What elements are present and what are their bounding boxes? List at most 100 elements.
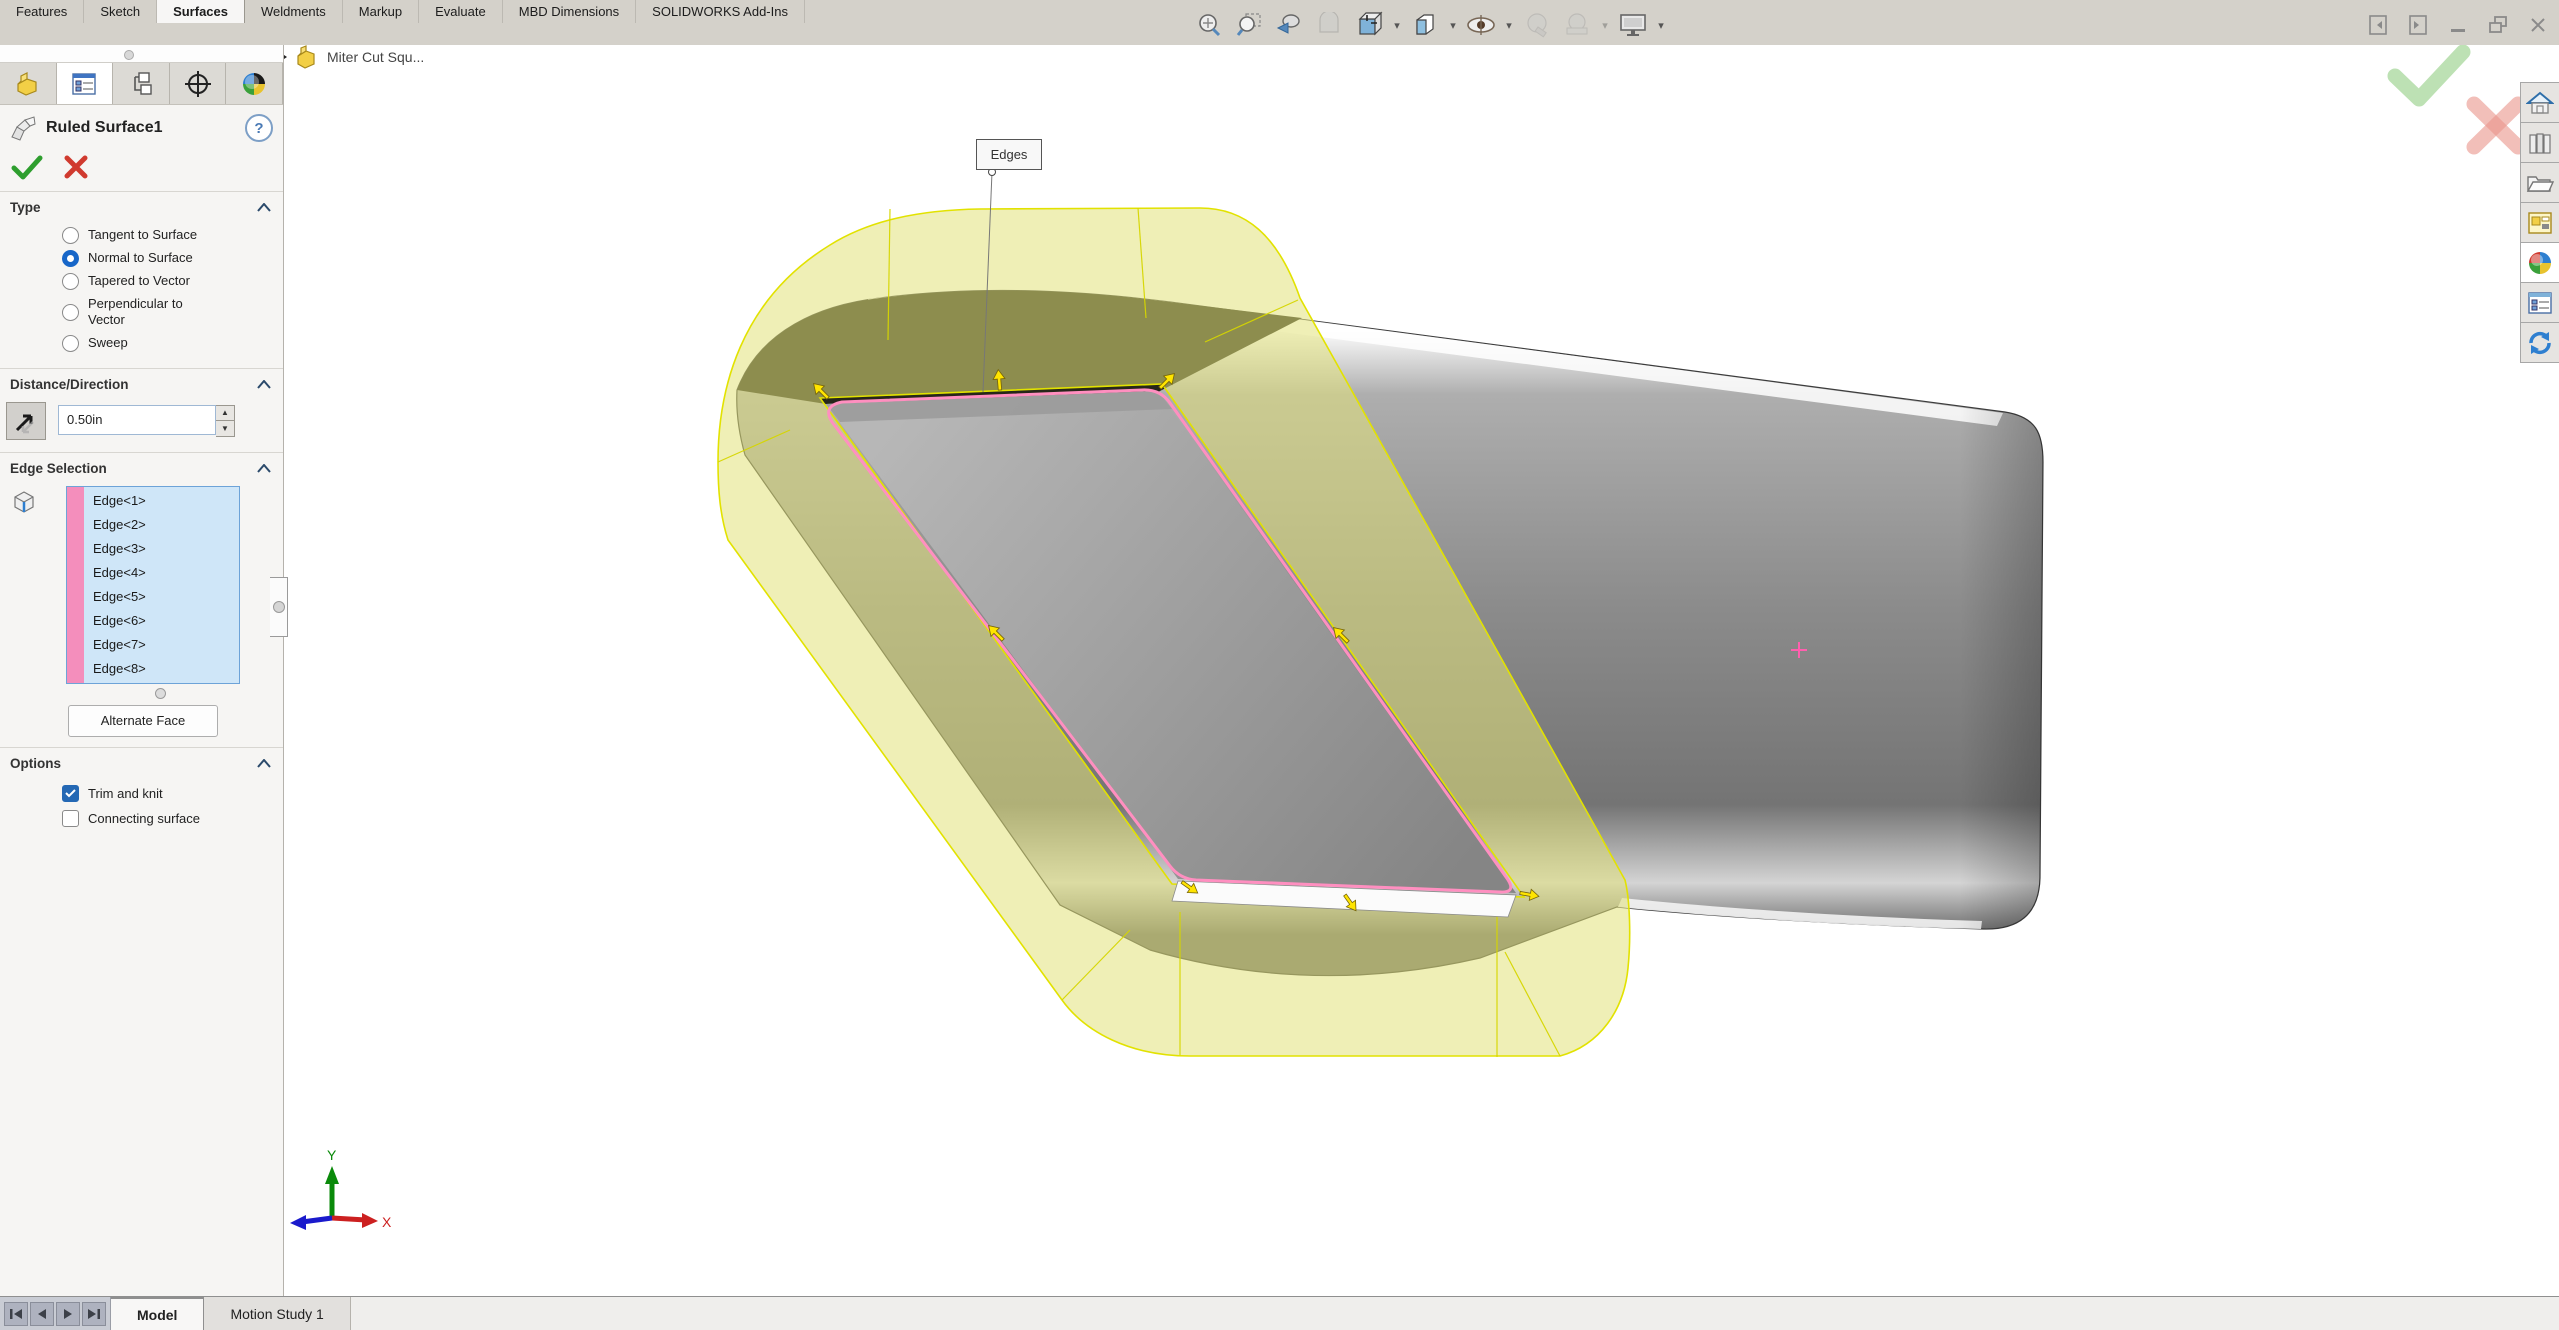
zoom-to-area-icon[interactable] bbox=[1232, 8, 1266, 42]
home-icon[interactable] bbox=[2520, 82, 2559, 123]
tab-solidworks-addins[interactable]: SOLIDWORKS Add-Ins bbox=[636, 0, 805, 23]
radio-label[interactable]: Tapered to Vector bbox=[88, 273, 190, 289]
file-explorer-icon[interactable] bbox=[2520, 163, 2559, 203]
zoom-to-fit-icon[interactable] bbox=[1192, 8, 1226, 42]
edge-list-item[interactable]: Edge<4> bbox=[84, 561, 239, 585]
tab-features[interactable]: Features bbox=[0, 0, 84, 23]
section-view-icon bbox=[1312, 8, 1346, 42]
edge-list-item[interactable]: Edge<6> bbox=[84, 609, 239, 633]
tab-evaluate[interactable]: Evaluate bbox=[419, 0, 503, 23]
tab-model[interactable]: Model bbox=[111, 1297, 204, 1330]
checkbox-label[interactable]: Trim and knit bbox=[88, 786, 163, 801]
distance-spinner[interactable]: ▲▼ bbox=[216, 405, 235, 437]
alternate-face-button[interactable]: Alternate Face bbox=[68, 705, 218, 737]
radio-perpendicular-to-vector[interactable] bbox=[62, 304, 79, 321]
selection-color-strip bbox=[67, 487, 84, 683]
edit-appearance-icon bbox=[1520, 8, 1554, 42]
part-icon bbox=[294, 44, 320, 70]
first-tab-button[interactable] bbox=[4, 1302, 28, 1326]
type-section: Type Tangent to Surface Normal to Surfac… bbox=[0, 192, 283, 369]
appearances-icon[interactable] bbox=[2520, 243, 2559, 283]
tab-display-manager[interactable] bbox=[226, 63, 283, 104]
tab-configuration-manager[interactable] bbox=[113, 63, 170, 104]
edge-list-item[interactable]: Edge<2> bbox=[84, 513, 239, 537]
display-style-dropdown[interactable]: ▾ bbox=[1448, 19, 1458, 32]
view-settings-icon[interactable] bbox=[1616, 8, 1650, 42]
list-resize-handle[interactable] bbox=[155, 688, 166, 699]
edge-list-item[interactable]: Edge<5> bbox=[84, 585, 239, 609]
checkbox-connecting-surface[interactable] bbox=[62, 810, 79, 827]
distance-input[interactable] bbox=[58, 405, 216, 435]
ruled-surface-icon bbox=[8, 113, 38, 143]
edge-list-item[interactable]: Edge<7> bbox=[84, 633, 239, 657]
confirm-cancel-button[interactable] bbox=[2474, 104, 2518, 147]
breadcrumb-label[interactable]: Miter Cut Squ... bbox=[327, 49, 424, 65]
panel-title: Ruled Surface1 bbox=[46, 119, 237, 137]
radio-sweep[interactable] bbox=[62, 335, 79, 352]
collapse-chevron-icon[interactable] bbox=[257, 203, 271, 212]
tab-mbd-dimensions[interactable]: MBD Dimensions bbox=[503, 0, 636, 23]
view-palette-icon[interactable] bbox=[2520, 203, 2559, 243]
reverse-direction-button[interactable] bbox=[6, 402, 46, 440]
edge-list-item[interactable]: Edge<3> bbox=[84, 537, 239, 561]
radio-label[interactable]: Tangent to Surface bbox=[88, 227, 197, 243]
previous-view-icon[interactable] bbox=[1272, 8, 1306, 42]
custom-properties-icon[interactable] bbox=[2520, 283, 2559, 323]
radio-tapered-to-vector[interactable] bbox=[62, 273, 79, 290]
solidworks-resources-icon[interactable] bbox=[2520, 323, 2559, 363]
restore-button[interactable] bbox=[2485, 12, 2511, 38]
edges-callout[interactable]: Edges bbox=[976, 139, 1042, 170]
edge-list-item[interactable]: Edge<8> bbox=[84, 657, 239, 681]
design-library-icon[interactable] bbox=[2520, 123, 2559, 163]
view-orientation-icon[interactable] bbox=[1352, 8, 1386, 42]
confirm-ok-button[interactable] bbox=[2395, 52, 2463, 99]
tab-surfaces[interactable]: Surfaces bbox=[157, 0, 245, 23]
radio-label[interactable]: Perpendicular to Vector bbox=[88, 296, 213, 329]
edge-list-item[interactable]: Edge<1> bbox=[84, 489, 239, 513]
distance-section-header[interactable]: Distance/Direction bbox=[10, 377, 257, 392]
minimize-button[interactable] bbox=[2445, 12, 2471, 38]
collapse-chevron-icon[interactable] bbox=[257, 464, 271, 473]
collapse-pane-right-icon[interactable] bbox=[2405, 12, 2431, 38]
heads-up-toolbar: ▾ ▾ ▾ ▾ ▾ bbox=[0, 23, 2559, 45]
previous-tab-button[interactable] bbox=[30, 1302, 54, 1326]
radio-normal-to-surface[interactable] bbox=[62, 250, 79, 267]
last-tab-button[interactable] bbox=[82, 1302, 106, 1326]
checkbox-trim-and-knit[interactable] bbox=[62, 785, 79, 802]
hide-show-items-dropdown[interactable]: ▾ bbox=[1504, 19, 1514, 32]
tab-weldments[interactable]: Weldments bbox=[245, 0, 343, 23]
display-style-icon[interactable] bbox=[1408, 8, 1442, 42]
options-section-header[interactable]: Options bbox=[10, 756, 257, 771]
type-section-header[interactable]: Type bbox=[10, 200, 257, 215]
radio-label[interactable]: Sweep bbox=[88, 335, 128, 351]
tab-property-manager[interactable] bbox=[57, 63, 114, 104]
apply-scene-icon bbox=[1560, 8, 1594, 42]
triad-y-label: Y bbox=[327, 1147, 337, 1163]
hide-show-items-icon[interactable] bbox=[1464, 8, 1498, 42]
close-button[interactable] bbox=[2525, 12, 2551, 38]
collapse-chevron-icon[interactable] bbox=[257, 759, 271, 768]
help-button[interactable]: ? bbox=[245, 114, 273, 142]
view-orientation-dropdown[interactable]: ▾ bbox=[1392, 19, 1402, 32]
tab-markup[interactable]: Markup bbox=[343, 0, 419, 23]
collapse-chevron-icon[interactable] bbox=[257, 380, 271, 389]
ok-button[interactable] bbox=[10, 153, 44, 181]
apply-scene-dropdown: ▾ bbox=[1600, 19, 1610, 32]
options-section: Options Trim and knit Connecting surface bbox=[0, 748, 283, 845]
edge-selection-list[interactable]: Edge<1> Edge<2> Edge<3> Edge<4> Edge<5> … bbox=[66, 486, 240, 684]
collapse-pane-left-icon[interactable] bbox=[2365, 12, 2391, 38]
panel-splitter-handle[interactable] bbox=[270, 577, 288, 637]
viewport-3d-scene[interactable]: Y X Z bbox=[0, 0, 2559, 1330]
edge-selection-header[interactable]: Edge Selection bbox=[10, 461, 257, 476]
panel-grip-handle[interactable] bbox=[124, 50, 134, 60]
next-tab-button[interactable] bbox=[56, 1302, 80, 1326]
tab-sketch[interactable]: Sketch bbox=[84, 0, 157, 23]
radio-tangent-to-surface[interactable] bbox=[62, 227, 79, 244]
tab-feature-manager[interactable] bbox=[0, 63, 57, 104]
checkbox-label[interactable]: Connecting surface bbox=[88, 811, 200, 826]
cancel-button[interactable] bbox=[62, 153, 90, 181]
view-settings-dropdown[interactable]: ▾ bbox=[1656, 19, 1666, 32]
radio-label[interactable]: Normal to Surface bbox=[88, 250, 193, 266]
tab-motion-study-1[interactable]: Motion Study 1 bbox=[204, 1297, 350, 1330]
tab-dimxpert-manager[interactable] bbox=[170, 63, 227, 104]
